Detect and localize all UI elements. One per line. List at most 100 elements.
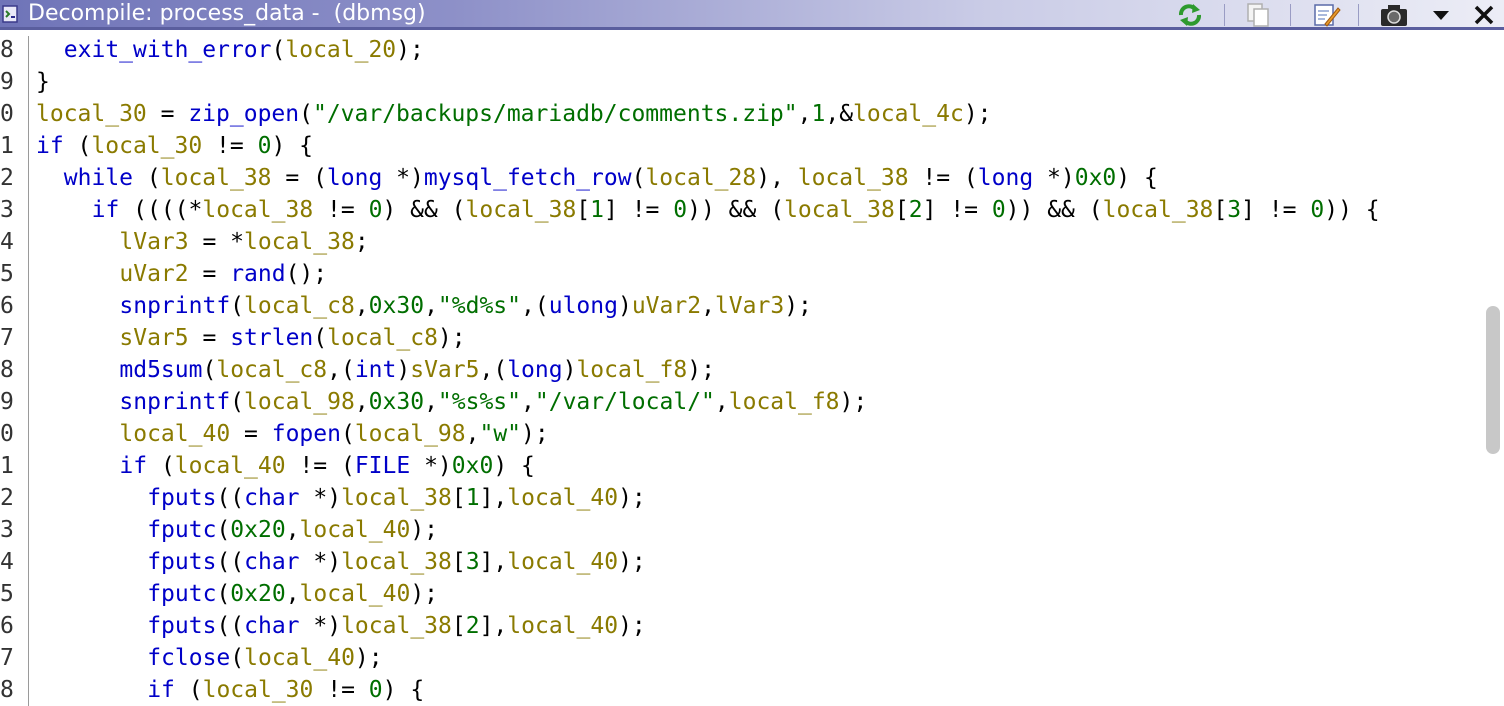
code-token: ,(	[521, 293, 549, 319]
code-text: fputs((char *)local_38[3],local_40);	[147, 548, 646, 576]
edit-icon	[1314, 4, 1341, 27]
code-token: 0	[673, 197, 688, 223]
code-text: }	[36, 68, 50, 96]
code-token: [	[1213, 197, 1228, 223]
code-token: *)	[299, 549, 342, 575]
code-token: );	[618, 613, 646, 639]
code-token: );	[784, 293, 812, 319]
code-line[interactable]: 8 if (local_30 != 0) {	[0, 676, 1480, 706]
code-token: (	[133, 165, 161, 191]
code-token: while	[63, 165, 134, 191]
code-token: );	[618, 549, 646, 575]
code-token: fputc	[147, 517, 217, 543]
code-token: zip_open	[188, 101, 300, 127]
code-text: fclose(local_40);	[147, 644, 382, 672]
code-token: local_30	[202, 677, 314, 703]
line-number: 3	[0, 197, 14, 223]
code-token: local_40	[119, 421, 231, 447]
copy-button[interactable]	[1242, 2, 1274, 28]
code-line[interactable]: 0 local_30 = zip_open("/var/backups/maria…	[0, 100, 1480, 132]
refresh-button[interactable]	[1174, 2, 1206, 28]
code-line[interactable]: 9}	[0, 68, 1480, 100]
copy-icon	[1247, 3, 1269, 27]
code-token: long	[977, 165, 1034, 191]
code-token: (	[313, 325, 328, 351]
code-line[interactable]: 8 md5sum(local_c8,(int)sVar5,(long)local_…	[0, 356, 1480, 388]
code-text: fputc(0x20,local_40);	[147, 580, 438, 608]
code-token: 2	[465, 613, 480, 639]
code-line[interactable]: 2 while (local_38 = (long *)mysql_fetch_r…	[0, 164, 1480, 196]
code-token: local_38	[160, 165, 272, 191]
decompiler-code-view[interactable]: 8 exit_with_error(local_20); 9} 0 local_30 =…	[0, 36, 1504, 706]
vertical-scrollbar[interactable]	[1486, 306, 1500, 454]
code-token: [	[451, 613, 466, 639]
close-icon	[1474, 5, 1494, 25]
code-token: "%d%s"	[437, 293, 522, 319]
code-line[interactable]: 2 fputs((char *)local_38[1],local_40);	[0, 484, 1480, 516]
code-line[interactable]: 5 fputc(0x20,local_40);	[0, 580, 1480, 612]
code-token: );	[963, 101, 992, 127]
code-token: 0x30	[368, 293, 425, 319]
code-token: != (	[285, 453, 355, 479]
code-line[interactable]: 7 sVar5 = strlen(local_c8);	[0, 324, 1480, 356]
code-token: );	[618, 485, 646, 511]
code-line[interactable]: 8 exit_with_error(local_20);	[0, 36, 1480, 68]
code-line[interactable]: 4 lVar3 = *local_38;	[0, 228, 1480, 260]
code-text: fputs((char *)local_38[2],local_40);	[147, 612, 646, 640]
code-token: local_40	[299, 517, 411, 543]
code-token: char	[244, 485, 300, 511]
menu-dropdown-button[interactable]	[1425, 2, 1457, 28]
code-line[interactable]: 7 fclose(local_40);	[0, 644, 1480, 676]
code-text: snprintf(local_c8,0x30,"%d%s",(ulong)uVa…	[119, 292, 812, 320]
code-token: 3	[465, 549, 480, 575]
code-token: *)	[299, 485, 342, 511]
code-token: local_4c	[853, 101, 964, 127]
code-token: ],	[479, 549, 508, 575]
code-line[interactable]: 4 fputs((char *)local_38[3],local_40);	[0, 548, 1480, 580]
code-token: long	[507, 357, 563, 383]
edit-button[interactable]	[1310, 2, 1342, 28]
code-token: =	[230, 421, 272, 447]
line-number: 2	[0, 165, 14, 191]
code-token: if	[91, 197, 120, 223]
code-line[interactable]: 9 snprintf(local_98,0x30,"%s%s","/var/loc…	[0, 388, 1480, 420]
code-line[interactable]: 1 if (local_40 != (FILE *)0x0) {	[0, 452, 1480, 484]
code-token: "/var/backups/mariadb/comments.zip"	[312, 101, 798, 127]
code-line[interactable]: 0 local_40 = fopen(local_98,"w");	[0, 420, 1480, 452]
code-token: = *	[188, 229, 245, 255]
code-line[interactable]: 3 fputc(0x20,local_40);	[0, 516, 1480, 548]
code-token: !=	[202, 133, 258, 159]
code-token: if	[147, 677, 175, 703]
code-token: local_38	[465, 197, 577, 223]
code-token: (	[202, 357, 217, 383]
code-token: fputc	[147, 581, 217, 607]
code-line[interactable]: 5 uVar2 = rand();	[0, 260, 1480, 292]
code-line[interactable]: 1 if (local_30 != 0) {	[0, 132, 1480, 164]
code-text: while (local_38 = (long *)mysql_fetch_ro…	[64, 164, 1158, 192]
code-token: fputs	[147, 485, 217, 511]
code-token: fopen	[271, 421, 341, 447]
code-token: ,	[714, 389, 729, 415]
code-token: local_c8	[244, 293, 355, 319]
code-token: [	[576, 197, 591, 223]
code-token: lVar3	[714, 293, 785, 319]
code-token: local_38	[797, 165, 909, 191]
code-token: local_c8	[216, 357, 328, 383]
snapshot-button[interactable]	[1378, 2, 1410, 28]
code-token: [	[451, 485, 466, 511]
close-button[interactable]	[1468, 2, 1500, 28]
code-token: )	[617, 293, 632, 319]
code-token: int	[354, 357, 397, 383]
code-token: );	[396, 37, 424, 63]
code-token: ) && (	[382, 197, 466, 223]
line-number: 1	[0, 133, 14, 159]
code-line[interactable]: 3 if ((((*local_38 != 0) && (local_38[1] …	[0, 196, 1480, 228]
code-token: 1	[811, 101, 826, 127]
code-token: (	[631, 165, 646, 191]
code-line[interactable]: 6 fputs((char *)local_38[2],local_40);	[0, 612, 1480, 644]
code-token: )	[396, 357, 411, 383]
code-line[interactable]: 6 snprintf(local_c8,0x30,"%d%s",(ulong)uV…	[0, 292, 1480, 324]
code-token: local_40	[507, 485, 619, 511]
code-token: 0x30	[368, 389, 425, 415]
code-token: ((	[216, 549, 245, 575]
